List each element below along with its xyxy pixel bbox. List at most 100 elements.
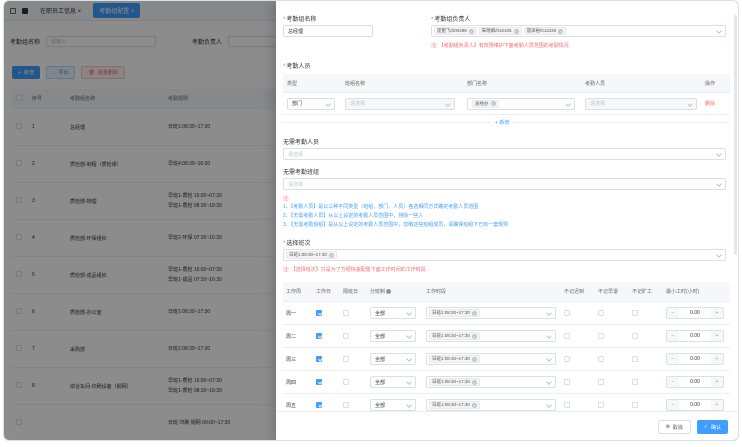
edit-drawer: *考勤组名称 总经理 *考勤组负责人 庞肥飞/000498 × 朱晓姆/01610… — [276, 1, 738, 440]
shift-tag: 日班1:08:30~17:30 × — [286, 251, 337, 259]
min-hours-stepper[interactable]: −0.00 + — [666, 376, 724, 388]
ignore-late-checkbox[interactable] — [564, 310, 570, 316]
leader-note: 注: 【考勤组负责人】有权限维护下面考勤人员范围的考勤情况 — [431, 43, 569, 49]
person-select[interactable]: 请选择 — [585, 97, 697, 110]
decrement-button[interactable]: − — [667, 377, 679, 387]
ignore-late-checkbox[interactable] — [564, 402, 570, 408]
people-table: 类型 班组名称 部门名称 考勤人员 操作 部门 请选择 总经办 × 请选择 删除 — [283, 74, 730, 115]
drawer-footer: ⊗ 取消 ✓ 确认 — [276, 411, 738, 440]
chevron-down-icon — [716, 28, 722, 34]
leader-label: *考勤组负责人 — [431, 17, 471, 23]
ignore-absent-checkbox[interactable] — [632, 333, 638, 339]
dept-select[interactable]: 总经办 × — [467, 97, 575, 110]
tag-close-icon[interactable]: × — [328, 252, 334, 258]
shift-note: 注: 【选择班次】只是为了方便快速配置下面工作时间的工作时段 — [283, 267, 426, 273]
week-row: 周五 全部 日班1:08:30~17:30 × −0.00 + — [283, 394, 730, 411]
tag-close-icon[interactable]: × — [558, 28, 564, 34]
split-mode-select[interactable]: 全部 — [370, 399, 416, 411]
increment-button[interactable]: + — [711, 400, 723, 410]
weekday-label: 周五 — [286, 402, 297, 409]
tag-close-icon[interactable]: × — [513, 28, 519, 34]
alternate-day-checkbox[interactable] — [343, 402, 349, 408]
decrement-button[interactable]: − — [667, 354, 679, 364]
increment-button[interactable]: + — [711, 354, 723, 364]
notes-list: 1、【考勤人员】是以三种不同类型（班组、部门、人员）各选相同方式确定考勤人员范围… — [283, 204, 509, 228]
week-row: 周四 全部 日班1:08:30~17:30 × −0.00 + — [283, 371, 730, 394]
group-select[interactable]: 请选择 — [345, 97, 455, 110]
weekday-label: 周二 — [286, 333, 297, 340]
leader-select[interactable]: 庞肥飞/000498 × 朱晓姆/016105 × 聂泽裕/012320 × — [431, 25, 726, 37]
split-mode-select[interactable]: 全部 — [370, 353, 416, 365]
shift-period-select[interactable]: 日班1:08:30~17:30 × — [426, 307, 556, 319]
no-people-select[interactable]: 请选择 — [283, 148, 726, 160]
min-hours-stepper[interactable]: −0.00 + — [666, 353, 724, 365]
workday-checkbox[interactable] — [316, 333, 322, 339]
min-hours-stepper[interactable]: −0.00 + — [666, 330, 724, 342]
week-table: 工作周 工作日 隔班日 分班制 工作时段 不记迟到 不记早退 不记旷工 最小工时… — [283, 282, 730, 411]
shift-label: *选择班次 — [283, 241, 311, 247]
leader-tag: 朱晓姆/016105 × — [478, 27, 522, 35]
tag-close-icon[interactable]: × — [468, 28, 474, 34]
people-section-title: *考勤人员 — [283, 64, 311, 70]
split-mode-select[interactable]: 全部 — [370, 307, 416, 319]
weekday-label: 周一 — [286, 310, 297, 317]
split-mode-select[interactable]: 全部 — [370, 330, 416, 342]
alternate-day-checkbox[interactable] — [343, 379, 349, 385]
week-table-header: 工作周 工作日 隔班日 分班制 工作时段 不记迟到 不记早退 不记旷工 最小工时… — [283, 282, 730, 302]
ignore-early-checkbox[interactable] — [598, 402, 604, 408]
workday-checkbox[interactable] — [316, 356, 322, 362]
ignore-absent-checkbox[interactable] — [632, 310, 638, 316]
people-row: 部门 请选择 总经办 × 请选择 删除 — [283, 93, 730, 115]
leader-tag: 庞肥飞/000498 × — [434, 27, 477, 35]
shift-period-select[interactable]: 日班1:08:30~17:30 × — [426, 330, 556, 342]
alternate-day-checkbox[interactable] — [343, 333, 349, 339]
group-name-label: *考勤组名称 — [283, 17, 317, 23]
increment-button[interactable]: + — [711, 308, 723, 318]
split-mode-select[interactable]: 全部 — [370, 376, 416, 388]
week-row: 周三 全部 日班1:08:30~17:30 × −0.00 + — [283, 348, 730, 371]
weekday-label: 周四 — [286, 379, 297, 386]
ignore-absent-checkbox[interactable] — [632, 356, 638, 362]
weekday-label: 周三 — [286, 356, 297, 363]
decrement-button[interactable]: − — [667, 331, 679, 341]
min-hours-stepper[interactable]: −0.00 + — [666, 399, 724, 411]
decrement-button[interactable]: − — [667, 308, 679, 318]
people-table-header: 类型 班组名称 部门名称 考勤人员 操作 — [283, 74, 730, 93]
no-people-label: 无需考勤人员 — [283, 140, 320, 146]
ignore-absent-checkbox[interactable] — [632, 379, 638, 385]
workday-checkbox[interactable] — [316, 402, 322, 408]
ignore-early-checkbox[interactable] — [598, 333, 604, 339]
ignore-late-checkbox[interactable] — [564, 333, 570, 339]
delete-row-link[interactable]: 删除 — [705, 101, 715, 107]
increment-button[interactable]: + — [711, 331, 723, 341]
type-select[interactable]: 部门 — [287, 97, 335, 110]
ignore-late-checkbox[interactable] — [564, 379, 570, 385]
no-group-select[interactable]: 请选择 — [283, 178, 726, 190]
shift-period-select[interactable]: 日班1:08:30~17:30 × — [426, 376, 556, 388]
alternate-day-checkbox[interactable] — [343, 310, 349, 316]
shift-select[interactable]: 日班1:08:30~17:30 × — [283, 249, 726, 261]
decrement-button[interactable]: − — [667, 400, 679, 410]
week-row: 周一 全部 日班1:08:30~17:30 × −0.00 + — [283, 302, 730, 325]
workday-checkbox[interactable] — [316, 310, 322, 316]
increment-button[interactable]: + — [711, 377, 723, 387]
cancel-button[interactable]: ⊗ 取消 — [657, 420, 691, 434]
app-window: 在职员工信息 × 考勤组配置 × 考勤组名称 请输入 考勤负责人 + 新增 ↓ … — [3, 0, 739, 441]
ignore-late-checkbox[interactable] — [564, 356, 570, 362]
alternate-day-checkbox[interactable] — [343, 356, 349, 362]
ignore-absent-checkbox[interactable] — [632, 402, 638, 408]
help-icon[interactable] — [386, 289, 392, 294]
ignore-early-checkbox[interactable] — [598, 379, 604, 385]
min-hours-stepper[interactable]: −0.00 + — [666, 307, 724, 319]
add-people-link[interactable]: + 新增 — [491, 119, 514, 126]
workday-checkbox[interactable] — [316, 379, 322, 385]
ignore-early-checkbox[interactable] — [598, 356, 604, 362]
confirm-button[interactable]: ✓ 确认 — [696, 420, 728, 434]
shift-period-select[interactable]: 日班1:08:30~17:30 × — [426, 399, 556, 411]
drawer-scrollbar[interactable] — [734, 15, 737, 255]
no-group-label: 无需考勤班组 — [283, 170, 320, 176]
week-row: 周二 全部 日班1:08:30~17:30 × −0.00 + — [283, 325, 730, 348]
shift-period-select[interactable]: 日班1:08:30~17:30 × — [426, 353, 556, 365]
group-name-input[interactable]: 总经理 — [283, 25, 373, 37]
ignore-early-checkbox[interactable] — [598, 310, 604, 316]
